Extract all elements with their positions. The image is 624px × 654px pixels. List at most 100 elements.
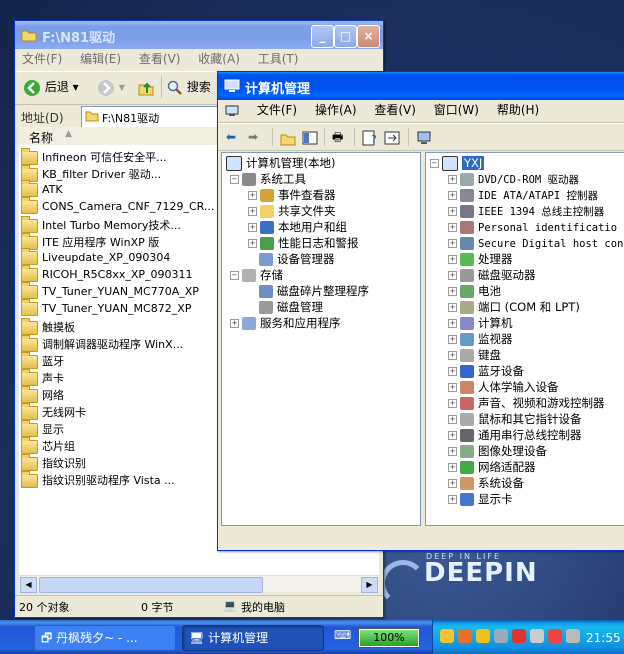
list-item[interactable]: CONS_Camera_CNF_7129_CR... bbox=[21, 197, 214, 217]
device-category[interactable]: + Secure Digital host con bbox=[448, 235, 623, 251]
list-item[interactable]: 声卡 bbox=[21, 369, 64, 387]
menu-file[interactable]: 文件(F) bbox=[250, 100, 304, 120]
expand-icon[interactable]: + bbox=[448, 239, 457, 248]
tree-device-manager[interactable]: 设备管理器 bbox=[259, 251, 335, 267]
device-category[interactable]: + 通用串行总线控制器 bbox=[448, 427, 582, 443]
list-item[interactable]: 网络 bbox=[21, 386, 64, 404]
battery-indicator[interactable]: 100% bbox=[358, 628, 420, 648]
collapse-icon[interactable]: − bbox=[430, 159, 439, 168]
show-hide-tree-icon[interactable] bbox=[302, 126, 318, 148]
list-item[interactable]: ITE 应用程序 WinXP 版 bbox=[21, 233, 159, 251]
menu-action[interactable]: 操作(A) bbox=[308, 100, 364, 120]
menu-help[interactable]: 帮助(H) bbox=[490, 100, 546, 120]
expand-icon[interactable]: + bbox=[248, 191, 257, 200]
expand-icon[interactable]: + bbox=[448, 223, 457, 232]
messenger-icon[interactable] bbox=[476, 629, 490, 643]
collapse-icon[interactable]: − bbox=[230, 175, 239, 184]
expand-icon[interactable]: + bbox=[448, 399, 457, 408]
forward-arrow-icon[interactable]: ➡ bbox=[248, 126, 258, 148]
tree-local-users[interactable]: + 本地用户和组 bbox=[248, 219, 347, 235]
collapse-icon[interactable]: − bbox=[230, 271, 239, 280]
list-item[interactable]: TV_Tuner_YUAN_MC770A_XP bbox=[21, 282, 199, 302]
list-item[interactable]: 指纹识别驱动程序 Vista ... bbox=[21, 471, 175, 489]
list-item[interactable]: 触摸板 bbox=[21, 318, 75, 336]
list-item[interactable]: 芯片组 bbox=[21, 437, 75, 455]
forward-button[interactable]: ▾ bbox=[97, 76, 125, 98]
tree-storage[interactable]: − 存储 bbox=[230, 267, 283, 283]
expand-icon[interactable]: + bbox=[448, 367, 457, 376]
list-item[interactable]: 显示 bbox=[21, 420, 64, 438]
scroll-left-icon[interactable]: ◀ bbox=[20, 577, 37, 593]
device-category[interactable]: + 计算机 bbox=[448, 315, 513, 331]
expand-icon[interactable]: + bbox=[448, 319, 457, 328]
security-icon[interactable] bbox=[512, 629, 526, 643]
tree-system-tools[interactable]: − 系统工具 bbox=[230, 171, 306, 187]
list-item[interactable]: 指纹识别 bbox=[21, 454, 86, 472]
list-item[interactable]: Infineon 可信任安全平... bbox=[21, 148, 167, 166]
properties-help-icon[interactable]: ? bbox=[362, 126, 378, 148]
device-category[interactable]: + 端口 (COM 和 LPT) bbox=[448, 299, 580, 315]
expand-icon[interactable]: + bbox=[448, 495, 457, 504]
device-category[interactable]: + 声音、视频和游戏控制器 bbox=[448, 395, 605, 411]
expand-icon[interactable]: + bbox=[448, 255, 457, 264]
list-item[interactable]: 无线网卡 bbox=[21, 403, 86, 421]
device-category[interactable]: + 电池 bbox=[448, 283, 501, 299]
device-category[interactable]: + 处理器 bbox=[448, 251, 513, 267]
menu-edit[interactable]: 编辑(E) bbox=[73, 49, 128, 69]
menu-file[interactable]: 文件(F) bbox=[15, 49, 69, 69]
horizontal-scrollbar[interactable]: ◀ ▶ bbox=[19, 575, 379, 593]
device-category[interactable]: + 显示卡 bbox=[448, 491, 513, 507]
up-folder-button[interactable] bbox=[137, 76, 155, 98]
clock[interactable]: 21:55 bbox=[586, 631, 621, 645]
menu-window[interactable]: 窗口(W) bbox=[427, 100, 486, 120]
expand-icon[interactable]: + bbox=[448, 335, 457, 344]
export-list-icon[interactable] bbox=[384, 126, 400, 148]
search-button[interactable]: 搜索 bbox=[167, 76, 211, 98]
expand-icon[interactable]: + bbox=[448, 463, 457, 472]
device-category[interactable]: + 网络适配器 bbox=[448, 459, 536, 475]
expand-icon[interactable]: + bbox=[448, 431, 457, 440]
tree-disk-mgmt[interactable]: 磁盘管理 bbox=[259, 299, 323, 315]
device-category[interactable]: + DVD/CD-ROM 驱动器 bbox=[448, 171, 579, 187]
list-item[interactable]: Liveupdate_XP_090304 bbox=[21, 248, 170, 268]
device-category[interactable]: + 键盘 bbox=[448, 347, 501, 363]
device-category[interactable]: + 鼠标和其它指针设备 bbox=[448, 411, 582, 427]
maximize-button[interactable]: □ bbox=[334, 25, 357, 48]
keyboard-icon[interactable]: ⌨ bbox=[334, 628, 351, 642]
volume-icon[interactable] bbox=[530, 629, 544, 643]
menu-tools[interactable]: 工具(T) bbox=[251, 49, 306, 69]
scan-hardware-icon[interactable] bbox=[416, 126, 432, 148]
up-level-icon[interactable] bbox=[280, 126, 296, 148]
expand-icon[interactable]: + bbox=[448, 191, 457, 200]
expand-icon[interactable]: + bbox=[448, 271, 457, 280]
expand-icon[interactable]: + bbox=[448, 383, 457, 392]
expand-icon[interactable]: + bbox=[448, 175, 457, 184]
expand-icon[interactable]: + bbox=[448, 447, 457, 456]
scroll-right-icon[interactable]: ▶ bbox=[361, 577, 378, 593]
expand-icon[interactable]: + bbox=[230, 319, 239, 328]
list-item[interactable]: RICOH_R5C8xx_XP_090311 bbox=[21, 265, 193, 285]
device-category[interactable]: + 人体学输入设备 bbox=[448, 379, 559, 395]
list-item[interactable]: 蓝牙 bbox=[21, 352, 64, 370]
expand-icon[interactable]: + bbox=[248, 207, 257, 216]
compmgmt-titlebar[interactable]: 计算机管理 bbox=[218, 72, 624, 100]
tree-event-viewer[interactable]: + 事件查看器 bbox=[248, 187, 336, 203]
expand-icon[interactable]: + bbox=[448, 415, 457, 424]
list-item[interactable]: 调制解调器驱动程序 WinX... bbox=[21, 335, 183, 353]
tree-perf-logs[interactable]: + 性能日志和警报 bbox=[248, 235, 359, 251]
device-category[interactable]: + 图像处理设备 bbox=[448, 443, 547, 459]
device-category[interactable]: + 蓝牙设备 bbox=[448, 363, 524, 379]
safely-remove-icon[interactable] bbox=[566, 629, 580, 643]
network-icon[interactable] bbox=[494, 629, 508, 643]
menu-view[interactable]: 查看(V) bbox=[132, 49, 188, 69]
minimize-button[interactable]: _ bbox=[311, 25, 334, 48]
qq-icon[interactable] bbox=[440, 629, 454, 643]
print-icon[interactable]: 🖶 bbox=[332, 126, 343, 148]
expand-icon[interactable]: + bbox=[248, 239, 257, 248]
tree-shared-folders[interactable]: + 共享文件夹 bbox=[248, 203, 336, 219]
device-category[interactable]: + 磁盘驱动器 bbox=[448, 267, 536, 283]
menu-view[interactable]: 查看(V) bbox=[367, 100, 423, 120]
list-item[interactable]: KB_filter Driver 驱动... bbox=[21, 165, 161, 183]
device-category[interactable]: + 系统设备 bbox=[448, 475, 524, 491]
device-root[interactable]: − YXJ bbox=[430, 155, 485, 171]
